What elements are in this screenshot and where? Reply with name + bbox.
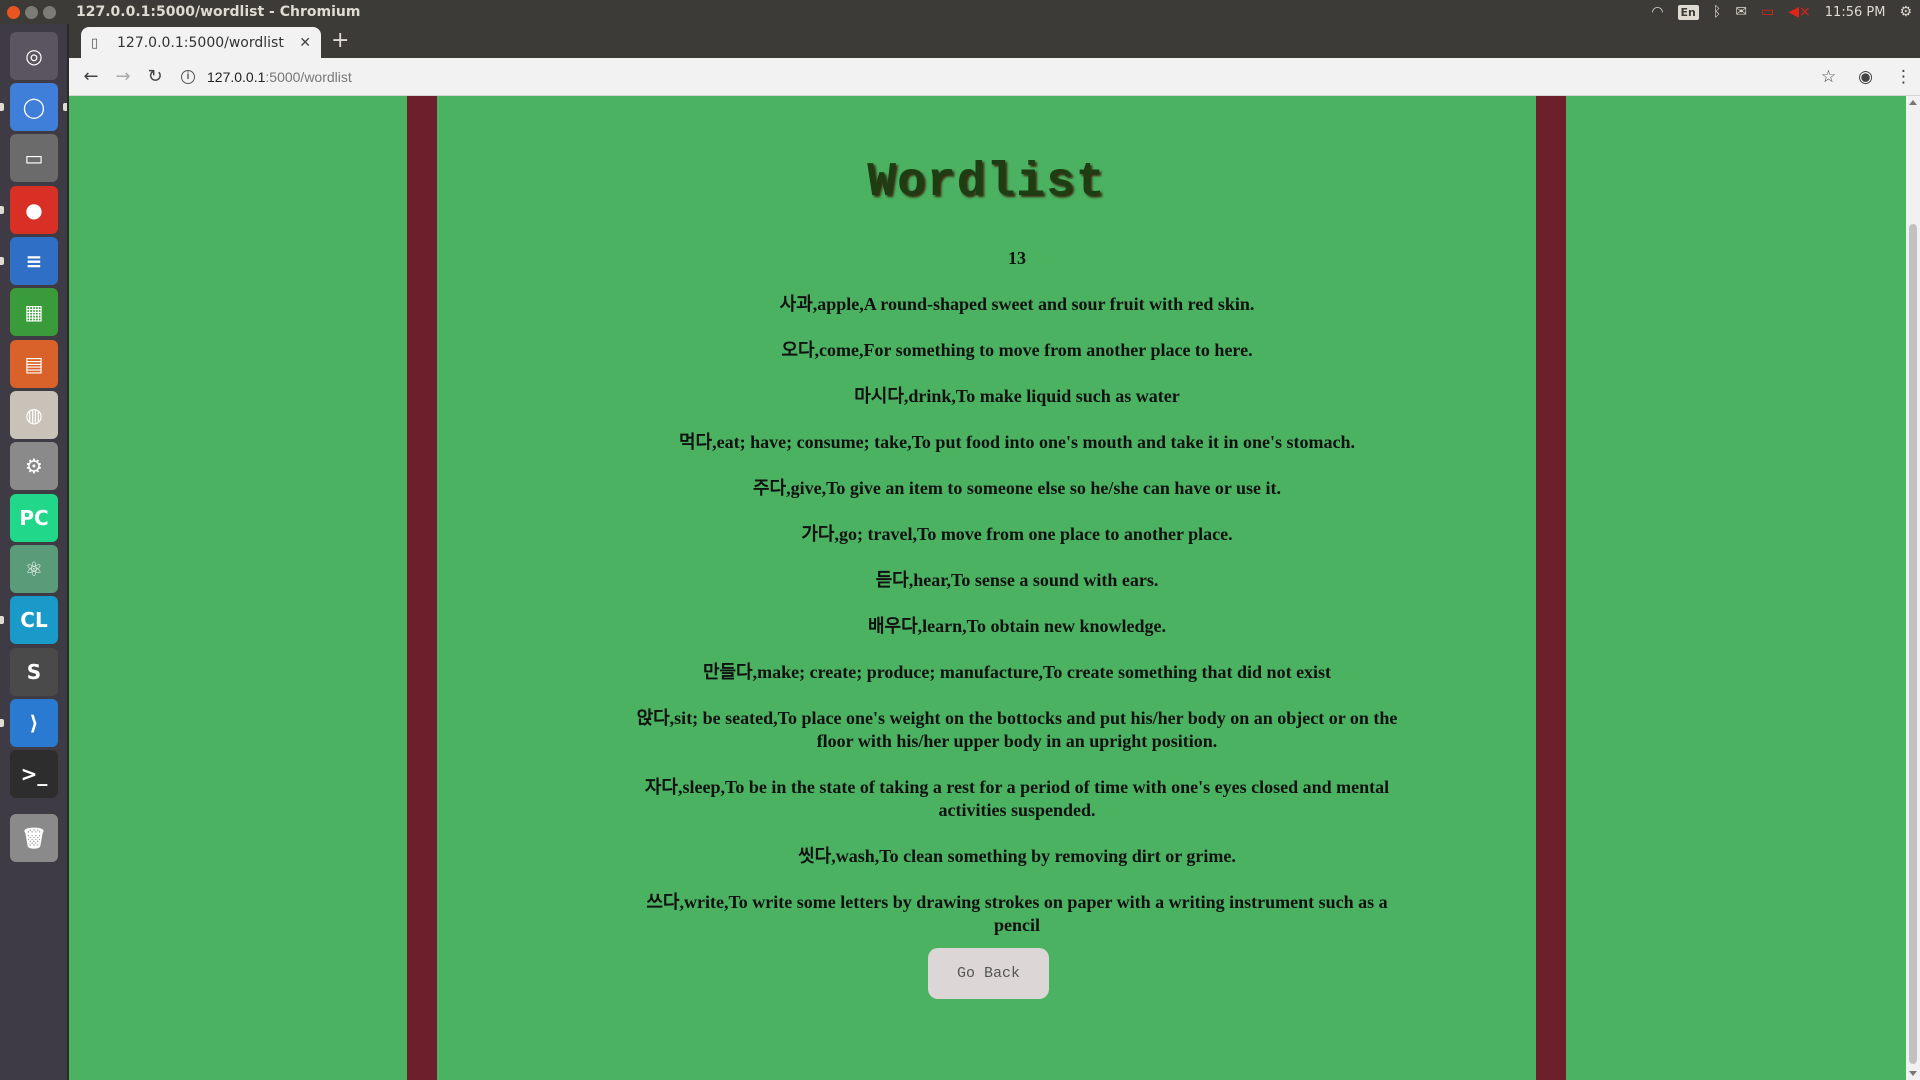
trash-launcher-button[interactable]: 🗑 (6, 810, 62, 866)
settings-launcher-button[interactable]: ⚙ (6, 438, 62, 494)
writer-launcher-button[interactable]: ≡ (6, 233, 62, 289)
running-indicator (0, 103, 4, 111)
files-launcher-icon: ▭ (10, 134, 58, 182)
bookmark-star-icon[interactable]: ☆ (1821, 67, 1836, 87)
trash-launcher-icon: 🗑 (10, 814, 58, 862)
profile-icon[interactable]: ◉ (1858, 67, 1873, 87)
scroll-thumb[interactable] (1909, 224, 1917, 1064)
word-entry: 만들다,make; create; produce; manufacture,T… (702, 662, 1332, 682)
new-tab-button[interactable]: + (331, 30, 349, 52)
word-count: 13 (1008, 248, 1026, 268)
vscode-launcher-button[interactable]: ⟩ (6, 695, 62, 751)
power-gear-icon[interactable]: ⚙ (1899, 4, 1912, 20)
bluetooth-icon[interactable]: ᛒ (1713, 4, 1721, 20)
chromium-launcher-icon: ◯ (10, 83, 58, 131)
mail-icon[interactable]: ✉ (1735, 4, 1747, 20)
page-icon: ▯ (91, 35, 99, 51)
reload-icon[interactable]: ↻ (139, 66, 171, 87)
word-list: 13 사과,apple,A round-shaped sweet and sou… (627, 247, 1407, 960)
keyboard-layout-indicator[interactable]: En (1677, 4, 1699, 20)
clion-launcher-button[interactable]: CL (6, 592, 62, 648)
address-bar[interactable]: i 127.0.0.1:5000/wordlist (181, 69, 352, 85)
page-content: Wordlist 13 사과,apple,A round-shaped swee… (437, 96, 1536, 1080)
word-entry: 먹다,eat; have; consume; take,To put food … (679, 432, 1355, 452)
page-title: Wordlist (867, 156, 1106, 210)
browser-window: ▯ 127.0.0.1:5000/wordlist ✕ + ← → ↻ i 12… (69, 24, 1920, 1080)
word-entry: 씻다,wash,To clean something by removing d… (798, 846, 1236, 866)
tab-wordlist[interactable]: ▯ 127.0.0.1:5000/wordlist ✕ (81, 27, 321, 58)
word-entry: 오다,come,For something to move from anoth… (781, 340, 1253, 360)
calc-launcher-button[interactable]: ▦ (6, 284, 62, 340)
sublime-launcher-button[interactable]: S (6, 644, 62, 700)
tab-strip: ▯ 127.0.0.1:5000/wordlist ✕ + (69, 24, 1920, 58)
menu-kebab-icon[interactable]: ⋮ (1895, 67, 1912, 87)
url-host: 127.0.0.1 (207, 68, 266, 85)
scroll-up-arrow-icon[interactable] (1909, 100, 1917, 105)
atom-launcher-button[interactable]: ⚛ (6, 541, 62, 597)
left-border-stripe (407, 96, 437, 1080)
files-launcher-button[interactable]: ▭ (6, 130, 62, 186)
clion-launcher-icon: CL (10, 596, 58, 644)
word-entry: 듣다,hear,To sense a sound with ears. (875, 570, 1159, 590)
browser-toolbar: ← → ↻ i 127.0.0.1:5000/wordlist ☆ ◉ ⋮ (69, 58, 1920, 96)
page-scrollbar[interactable] (1906, 96, 1920, 1080)
impress-launcher-icon: ▤ (10, 340, 58, 388)
vscode-launcher-icon: ⟩ (10, 699, 58, 747)
back-arrow-icon[interactable]: ← (75, 66, 107, 87)
software-center-button[interactable]: ◍ (6, 387, 62, 443)
window-title: 127.0.0.1:5000/wordlist - Chromium (76, 4, 361, 20)
volume-muted-icon[interactable]: ◀× (1788, 4, 1811, 20)
word-entry: 마시다,drink,To make liquid such as water (854, 386, 1180, 406)
pycharm-launcher-icon: PC (10, 494, 58, 542)
site-info-icon[interactable]: i (181, 69, 195, 84)
ubuntu-dash-icon: ◎ (10, 32, 58, 80)
word-entry: 자다,sleep,To be in the state of taking a … (644, 777, 1390, 820)
chrome-launcher-icon: ● (10, 186, 58, 234)
word-entry: 가다,go; travel,To move from one place to … (801, 524, 1233, 544)
window-minimize-button[interactable] (25, 5, 38, 19)
sublime-launcher-icon: S (10, 648, 58, 696)
go-back-button[interactable]: Go Back (928, 948, 1049, 999)
page-viewport: Wordlist 13 사과,apple,A round-shaped swee… (69, 96, 1920, 1080)
running-indicator (0, 616, 4, 624)
window-close-button[interactable] (7, 5, 20, 19)
tab-close-icon[interactable]: ✕ (299, 35, 311, 51)
clock[interactable]: 11:56 PM (1825, 5, 1886, 20)
forward-arrow-icon[interactable]: → (107, 66, 139, 87)
impress-launcher-button[interactable]: ▤ (6, 336, 62, 392)
focused-indicator (63, 103, 67, 111)
word-entry: 사과,apple,A round-shaped sweet and sour f… (779, 294, 1255, 314)
scroll-down-arrow-icon[interactable] (1909, 1071, 1917, 1076)
terminal-launcher-button[interactable]: >_ (6, 746, 62, 802)
running-indicator (0, 719, 4, 727)
chromium-launcher-button[interactable]: ◯ (6, 79, 62, 135)
settings-launcher-icon: ⚙ (10, 442, 58, 490)
software-center-icon: ◍ (10, 391, 58, 439)
writer-launcher-icon: ≡ (10, 237, 58, 285)
wifi-icon[interactable]: ◠ (1651, 4, 1663, 20)
chrome-launcher-button[interactable]: ● (6, 182, 62, 238)
atom-launcher-icon: ⚛ (10, 545, 58, 593)
word-entry: 쓰다,write,To write some letters by drawin… (646, 892, 1388, 935)
system-top-bar: 127.0.0.1:5000/wordlist - Chromium ◠ En … (0, 0, 1920, 24)
word-entry: 앉다,sit; be seated,To place one's weight … (636, 708, 1398, 751)
running-indicator (0, 206, 4, 214)
word-entry: 배우다,learn,To obtain new knowledge. (867, 616, 1167, 636)
ubuntu-dash-button[interactable]: ◎ (6, 28, 62, 84)
terminal-launcher-icon: >_ (10, 750, 58, 798)
battery-icon[interactable]: ▭ (1761, 4, 1774, 20)
url-path: :5000/wordlist (265, 68, 352, 85)
window-maximize-button[interactable] (43, 5, 56, 19)
pycharm-launcher-button[interactable]: PC (6, 490, 62, 546)
right-border-stripe (1536, 96, 1566, 1080)
word-entry: 주다,give,To give an item to someone else … (752, 478, 1282, 498)
launcher-sidebar: ◎ ◯ ▭ ● ≡ ▦ ▤ ◍ ⚙ PC ⚛ CL S ⟩ >_ 🗑 (0, 24, 68, 1080)
window-controls (7, 5, 56, 19)
calc-launcher-icon: ▦ (10, 288, 58, 336)
tab-title: 127.0.0.1:5000/wordlist (117, 34, 284, 51)
running-indicator (0, 257, 4, 265)
toolbar-actions: ☆ ◉ ⋮ (1821, 58, 1912, 96)
system-tray: ◠ En ᛒ ✉ ▭ ◀× 11:56 PM ⚙ (1651, 0, 1912, 24)
